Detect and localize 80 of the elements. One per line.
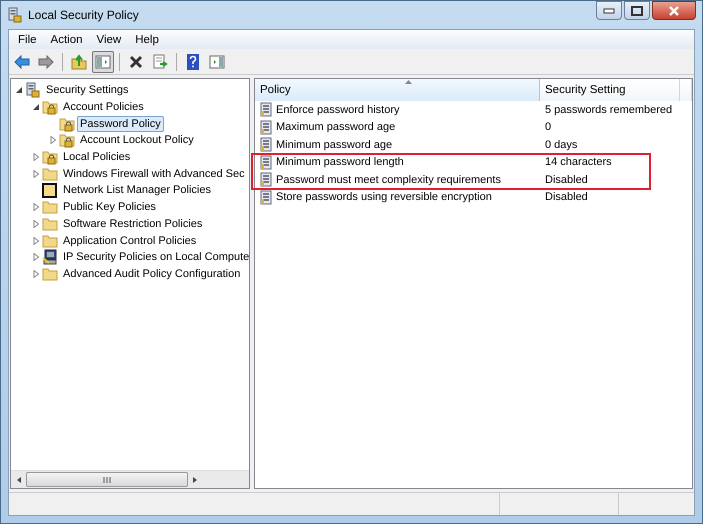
menu-item[interactable]: File [11,34,44,46]
table-cell: Minimum password length [276,156,404,168]
pane-icon [95,54,111,68]
window-title: Local Security Policy [28,8,139,22]
column-header[interactable]: Policy [255,79,540,101]
collapsed-arrow-icon[interactable] [32,236,40,245]
policy-icon [25,82,41,98]
table-cell: 14 characters [545,156,612,168]
menu-item[interactable]: Help [128,34,166,46]
scrollbar-thumb[interactable] [26,472,188,487]
table-cell: Disabled [545,191,588,204]
table-cell: Password must meet complexity requirements [276,174,501,186]
tree-item[interactable]: Local Policies [60,149,134,166]
folder-icon [42,266,58,282]
tree-item[interactable]: Account Lockout Policy [77,132,197,148]
table-cell: 5 passwords remembered [545,104,672,116]
minimize-button[interactable] [596,1,622,20]
maximize-icon [631,6,643,16]
pane-icon [209,54,225,68]
collapsed-arrow-icon[interactable] [32,220,40,228]
cross-icon [129,54,143,68]
policy-icon [260,190,274,205]
tree-item[interactable]: Application Control Policies [60,232,200,249]
collapsed-arrow-icon[interactable] [32,203,40,212]
scroll-right-icon[interactable] [191,476,199,484]
folder-icon [42,166,58,182]
tree-item[interactable]: Password Policy [77,116,164,132]
expanded-arrow-icon[interactable] [15,86,23,94]
help-icon [187,54,199,70]
policy-icon [260,102,274,118]
tree-item[interactable]: Network List Manager Policies [60,182,214,198]
policy-icon [260,154,274,170]
tree-item[interactable]: Windows Firewall with Advanced Sec [60,166,248,182]
tree-item[interactable]: Advanced Audit Policy Configuration [60,266,244,282]
folder-icon [42,199,58,216]
tree-item[interactable]: Public Key Policies [60,199,159,216]
folder-icon [42,216,58,232]
table-cell: Enforce password history [276,104,400,116]
header-background [680,79,692,101]
collapsed-arrow-icon[interactable] [32,170,40,178]
table-cell: 0 [545,121,552,134]
locked-folder-icon [59,116,75,132]
table-cell: Disabled [545,174,588,186]
policy-icon [260,120,274,135]
close-icon [668,6,680,16]
collapsed-arrow-icon[interactable] [32,253,40,262]
tree-item[interactable]: Security Settings [43,82,132,98]
menu-item[interactable]: Action [44,34,90,46]
computer-icon [42,249,58,266]
locked-folder-icon [42,149,58,166]
tree-item[interactable]: Software Restriction Policies [60,216,206,232]
table-cell: Store passwords using reversible encryption [276,191,492,204]
policy-icon [260,137,274,152]
show-tree-button[interactable] [92,50,114,72]
table-cell: Minimum password age [276,138,392,151]
locked-folder-icon [42,99,58,116]
collapsed-arrow-icon[interactable] [49,136,57,144]
table-cell: 0 days [545,138,578,151]
left-arrow-icon [14,54,30,68]
policy-icon [7,7,23,23]
tree-item[interactable]: Account Policies [60,99,147,116]
scroll-left-icon[interactable] [15,476,23,484]
policy-icon [260,172,274,188]
close-button[interactable] [652,1,696,20]
expanded-arrow-icon[interactable] [32,103,40,112]
menu-item[interactable]: View [90,34,128,46]
collapsed-arrow-icon[interactable] [32,153,40,162]
maximize-button[interactable] [624,1,650,20]
tree-item[interactable]: IP Security Policies on Local Compute [60,249,249,266]
locked-folder-icon [59,132,75,148]
minimize-icon [603,8,615,14]
horizontal-scrollbar[interactable] [11,470,249,488]
folder-up-icon [71,54,87,70]
document-arrow-icon [152,54,168,70]
folder-icon [42,182,58,198]
column-header[interactable]: Security Setting [540,79,680,101]
right-arrow-icon [38,54,54,68]
table-cell: Maximum password age [276,121,396,134]
collapsed-arrow-icon[interactable] [32,270,40,278]
folder-icon [42,232,58,249]
